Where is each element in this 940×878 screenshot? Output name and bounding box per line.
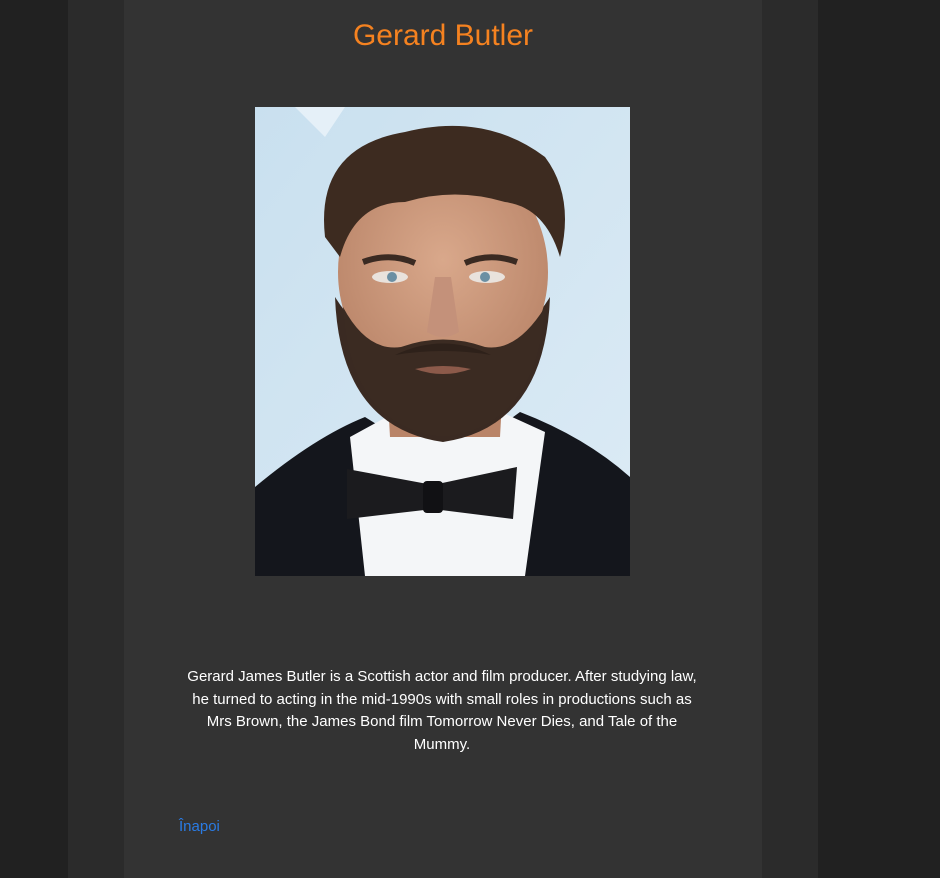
actor-photo xyxy=(255,107,630,576)
bio-text: Gerard James Butler is a Scottish actor … xyxy=(187,668,697,753)
page-title: Gerard Butler xyxy=(352,19,534,52)
back-link[interactable]: Înapoi xyxy=(179,817,220,837)
